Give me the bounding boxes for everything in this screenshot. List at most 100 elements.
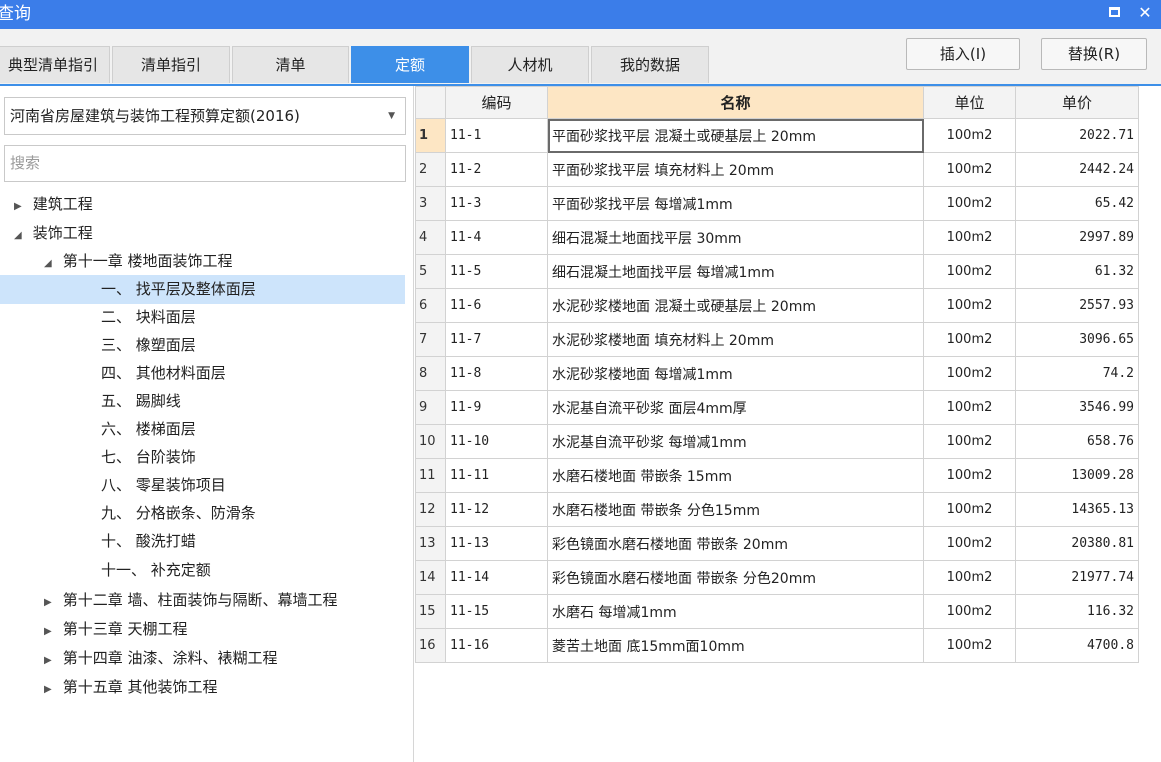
table-row[interactable]: 4 11-4 细石混凝土地面找平层 30mm 100m2 2997.89	[415, 220, 1139, 255]
cell-code[interactable]: 11-14	[445, 560, 548, 595]
cell-code[interactable]: 11-7	[445, 322, 548, 357]
cell-code[interactable]: 11-5	[445, 254, 548, 289]
cell-unit[interactable]: 100m2	[923, 118, 1016, 153]
cell-unit[interactable]: 100m2	[923, 458, 1016, 493]
cell-name[interactable]: 菱苦土地面 底15mm面10mm	[547, 628, 924, 663]
replace-button[interactable]: 替换(R)	[1041, 38, 1147, 70]
cell-unit[interactable]: 100m2	[923, 390, 1016, 425]
cell-price[interactable]: 3546.99	[1015, 390, 1139, 425]
cell-price[interactable]: 21977.74	[1015, 560, 1139, 595]
cell-name[interactable]: 水泥砂浆楼地面 填充材料上 20mm	[547, 322, 924, 357]
cell-price[interactable]: 3096.65	[1015, 322, 1139, 357]
tab-labor-material-machine[interactable]: 人材机	[471, 46, 589, 83]
cell-price[interactable]: 2022.71	[1015, 118, 1139, 153]
cell-price[interactable]: 61.32	[1015, 254, 1139, 289]
cell-code[interactable]: 11-3	[445, 186, 548, 221]
tree-node[interactable]: 九、 分格嵌条、防滑条	[0, 499, 405, 528]
tree-node[interactable]: 十一、 补充定额	[0, 556, 405, 585]
cell-unit[interactable]: 100m2	[923, 288, 1016, 323]
cell-name[interactable]: 水泥基自流平砂浆 面层4mm厚	[547, 390, 924, 425]
cell-price[interactable]: 658.76	[1015, 424, 1139, 459]
cell-unit[interactable]: 100m2	[923, 356, 1016, 391]
expand-arrow-icon[interactable]: ▶	[44, 646, 58, 675]
tree-node-selected[interactable]: 一、 找平层及整体面层	[0, 275, 405, 304]
column-header-name[interactable]: 名称	[547, 86, 924, 119]
cell-unit[interactable]: 100m2	[923, 492, 1016, 527]
cell-name[interactable]: 水泥砂浆楼地面 混凝土或硬基层上 20mm	[547, 288, 924, 323]
cell-price[interactable]: 2997.89	[1015, 220, 1139, 255]
column-header-price[interactable]: 单价	[1015, 86, 1139, 119]
close-window-button[interactable]: ✕	[1134, 2, 1156, 24]
tree-node[interactable]: ▶ 第十二章 墙、柱面装饰与隔断、幕墙工程	[0, 586, 405, 615]
cell-unit[interactable]: 100m2	[923, 526, 1016, 561]
cell-price[interactable]: 2442.24	[1015, 152, 1139, 187]
collapse-arrow-icon[interactable]: ◢	[14, 221, 28, 250]
table-row[interactable]: 9 11-9 水泥基自流平砂浆 面层4mm厚 100m2 3546.99	[415, 390, 1139, 425]
column-header-code[interactable]: 编码	[445, 86, 548, 119]
cell-name[interactable]: 水磨石楼地面 带嵌条 15mm	[547, 458, 924, 493]
cell-price[interactable]: 20380.81	[1015, 526, 1139, 561]
table-row[interactable]: 14 11-14 彩色镜面水磨石楼地面 带嵌条 分色20mm 100m2 219…	[415, 560, 1139, 595]
table-row[interactable]: 16 11-16 菱苦土地面 底15mm面10mm 100m2 4700.8	[415, 628, 1139, 663]
tree-node[interactable]: 八、 零星装饰项目	[0, 471, 405, 500]
tree-node[interactable]: 六、 楼梯面层	[0, 415, 405, 444]
cell-code[interactable]: 11-8	[445, 356, 548, 391]
cell-code[interactable]: 11-9	[445, 390, 548, 425]
quota-library-select[interactable]: 河南省房屋建筑与装饰工程预算定额(2016) ▼	[4, 97, 406, 135]
cell-name[interactable]: 平面砂浆找平层 混凝土或硬基层上 20mm	[547, 118, 924, 153]
cell-unit[interactable]: 100m2	[923, 594, 1016, 629]
tree-node[interactable]: 五、 踢脚线	[0, 387, 405, 416]
chevron-down-icon[interactable]: ▼	[388, 98, 395, 134]
cell-price[interactable]: 14365.13	[1015, 492, 1139, 527]
table-row[interactable]: 1 11-1 平面砂浆找平层 混凝土或硬基层上 20mm 100m2 2022.…	[415, 118, 1139, 153]
tree-node[interactable]: 四、 其他材料面层	[0, 359, 405, 388]
cell-unit[interactable]: 100m2	[923, 628, 1016, 663]
collapse-arrow-icon[interactable]: ◢	[44, 249, 58, 278]
cell-unit[interactable]: 100m2	[923, 152, 1016, 187]
cell-name[interactable]: 平面砂浆找平层 每增减1mm	[547, 186, 924, 221]
table-row[interactable]: 11 11-11 水磨石楼地面 带嵌条 15mm 100m2 13009.28	[415, 458, 1139, 493]
tree-node[interactable]: 三、 橡塑面层	[0, 331, 405, 360]
cell-code[interactable]: 11-11	[445, 458, 548, 493]
cell-unit[interactable]: 100m2	[923, 254, 1016, 289]
cell-code[interactable]: 11-6	[445, 288, 548, 323]
cell-unit[interactable]: 100m2	[923, 186, 1016, 221]
tree-node[interactable]: 十、 酸洗打蜡	[0, 527, 405, 556]
table-row[interactable]: 7 11-7 水泥砂浆楼地面 填充材料上 20mm 100m2 3096.65	[415, 322, 1139, 357]
cell-code[interactable]: 11-16	[445, 628, 548, 663]
cell-price[interactable]: 74.2	[1015, 356, 1139, 391]
expand-arrow-icon[interactable]: ▶	[44, 588, 58, 617]
expand-arrow-icon[interactable]: ▶	[14, 192, 28, 221]
tree-node[interactable]: ▶ 第十三章 天棚工程	[0, 615, 405, 644]
cell-code[interactable]: 11-4	[445, 220, 548, 255]
table-row[interactable]: 10 11-10 水泥基自流平砂浆 每增减1mm 100m2 658.76	[415, 424, 1139, 459]
cell-price[interactable]: 116.32	[1015, 594, 1139, 629]
table-row[interactable]: 2 11-2 平面砂浆找平层 填充材料上 20mm 100m2 2442.24	[415, 152, 1139, 187]
restore-window-button[interactable]	[1104, 2, 1126, 24]
tab-bill-guide[interactable]: 清单指引	[112, 46, 230, 83]
table-row[interactable]: 8 11-8 水泥砂浆楼地面 每增减1mm 100m2 74.2	[415, 356, 1139, 391]
table-row[interactable]: 13 11-13 彩色镜面水磨石楼地面 带嵌条 20mm 100m2 20380…	[415, 526, 1139, 561]
cell-code[interactable]: 11-15	[445, 594, 548, 629]
tree-node[interactable]: 七、 台阶装饰	[0, 443, 405, 472]
cell-name[interactable]: 细石混凝土地面找平层 每增减1mm	[547, 254, 924, 289]
expand-arrow-icon[interactable]: ▶	[44, 675, 58, 704]
tab-typical-bill-guide[interactable]: 典型清单指引	[0, 46, 110, 83]
cell-price[interactable]: 13009.28	[1015, 458, 1139, 493]
tab-my-data[interactable]: 我的数据	[591, 46, 709, 83]
cell-price[interactable]: 65.42	[1015, 186, 1139, 221]
column-header-unit[interactable]: 单位	[923, 86, 1016, 119]
tab-quota[interactable]: 定额	[351, 46, 469, 83]
tab-bill[interactable]: 清单	[232, 46, 349, 83]
cell-name[interactable]: 水泥砂浆楼地面 每增减1mm	[547, 356, 924, 391]
table-row[interactable]: 15 11-15 水磨石 每增减1mm 100m2 116.32	[415, 594, 1139, 629]
cell-price[interactable]: 4700.8	[1015, 628, 1139, 663]
table-row[interactable]: 6 11-6 水泥砂浆楼地面 混凝土或硬基层上 20mm 100m2 2557.…	[415, 288, 1139, 323]
cell-name[interactable]: 彩色镜面水磨石楼地面 带嵌条 分色20mm	[547, 560, 924, 595]
panel-divider[interactable]	[413, 86, 414, 762]
cell-unit[interactable]: 100m2	[923, 322, 1016, 357]
cell-code[interactable]: 11-2	[445, 152, 548, 187]
tree-node[interactable]: ◢ 装饰工程	[0, 219, 405, 248]
cell-name[interactable]: 细石混凝土地面找平层 30mm	[547, 220, 924, 255]
cell-code[interactable]: 11-12	[445, 492, 548, 527]
